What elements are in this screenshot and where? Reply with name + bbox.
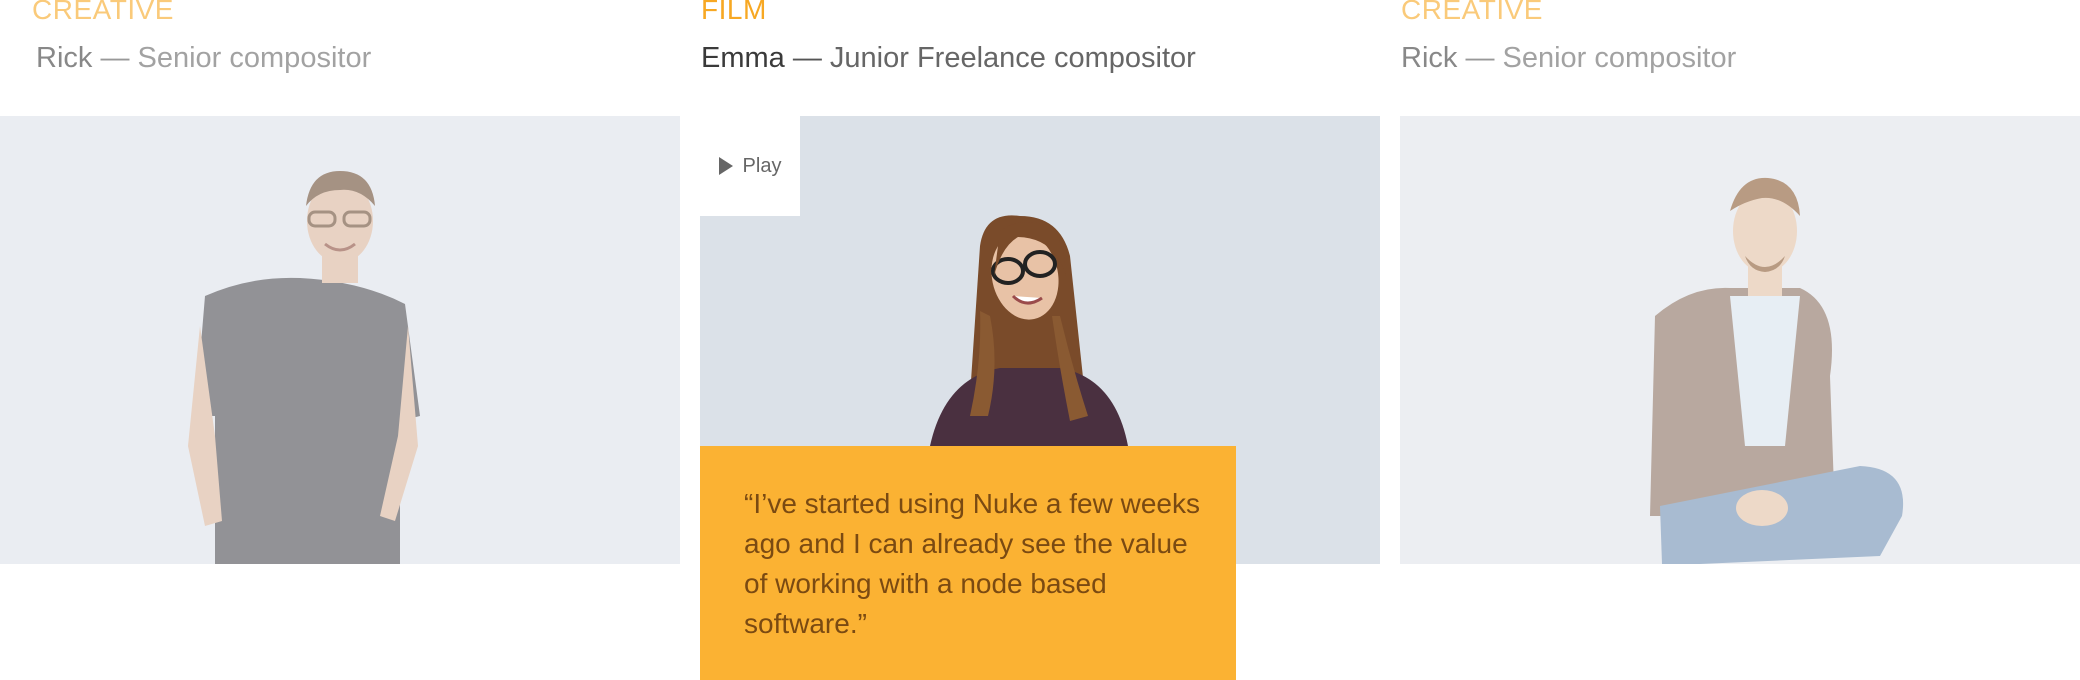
testimonial-card-2[interactable]: FILM Emma — Junior Freelance compositor — [700, 0, 1380, 680]
person-role: Senior compositor — [137, 42, 372, 74]
person-photo — [1400, 116, 2080, 564]
person-role: Junior Freelance compositor — [829, 42, 1196, 74]
person-name: Rick — [1401, 42, 1458, 74]
person-photo — [0, 116, 680, 564]
person-name: Rick — [36, 42, 93, 74]
testimonial-quote: “I’ve started using Nuke a few weeks ago… — [700, 446, 1236, 680]
person-role: Senior compositor — [1502, 42, 1737, 74]
play-icon — [718, 157, 733, 175]
man-blazer-portrait-illustration — [1400, 116, 2080, 564]
category-label: CREATIVE — [32, 0, 174, 25]
byline: Rick — Senior compositor — [1401, 42, 1736, 75]
byline: Emma — Junior Freelance compositor — [701, 42, 1196, 75]
separator: — — [792, 42, 822, 74]
man-portrait-illustration — [0, 116, 680, 564]
separator: — — [100, 42, 130, 74]
separator: — — [1465, 42, 1495, 74]
category-label: CREATIVE — [1401, 0, 1543, 25]
byline: Rick — Senior compositor — [36, 42, 371, 75]
category-label: FILM — [701, 0, 767, 25]
play-button[interactable]: Play — [700, 116, 800, 216]
testimonial-card-1[interactable]: CREATIVE Rick — Senior compositor — [0, 0, 680, 680]
testimonial-card-3[interactable]: CREATIVE Rick — Senior compositor — [1400, 0, 2080, 680]
person-name: Emma — [701, 42, 785, 74]
play-label: Play — [742, 154, 782, 177]
